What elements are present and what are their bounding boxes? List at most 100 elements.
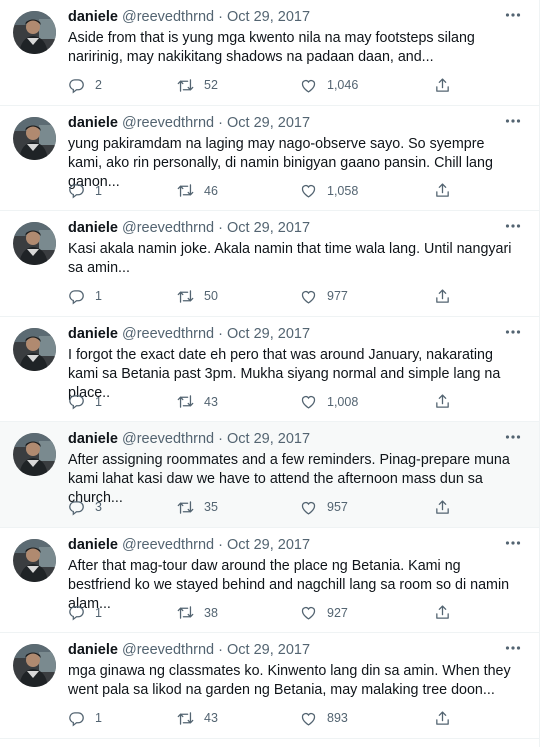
share-icon xyxy=(434,499,451,516)
author-name[interactable]: daniele xyxy=(68,431,118,447)
tweet-header: daniele @reevedthrnd · Oct 29, 2017 xyxy=(68,641,525,659)
retweet-button[interactable]: 52 xyxy=(177,74,218,96)
reply-button[interactable]: 1 xyxy=(68,180,102,202)
separator-dot: · xyxy=(218,536,223,553)
author-handle[interactable]: @reevedthrnd xyxy=(122,326,214,342)
retweet-count: 35 xyxy=(204,500,218,514)
like-button[interactable]: 1,046 xyxy=(300,74,358,96)
retweet-icon xyxy=(177,77,194,94)
avatar[interactable] xyxy=(13,538,56,582)
tweet-date[interactable]: Oct 29, 2017 xyxy=(227,326,310,342)
reply-count: 3 xyxy=(95,500,102,514)
retweet-icon xyxy=(177,710,194,727)
reply-button[interactable]: 1 xyxy=(68,285,102,307)
retweet-count: 50 xyxy=(204,289,218,303)
retweet-button[interactable]: 43 xyxy=(177,707,218,729)
author-name[interactable]: daniele xyxy=(68,115,118,131)
tweet[interactable]: daniele @reevedthrnd · Oct 29, 2017 Asid… xyxy=(0,0,539,106)
retweet-icon xyxy=(177,604,194,621)
like-button[interactable]: 927 xyxy=(300,602,348,624)
tweet-date[interactable]: Oct 29, 2017 xyxy=(227,9,310,25)
retweet-icon xyxy=(177,499,194,516)
author-name[interactable]: daniele xyxy=(68,537,118,553)
heart-icon xyxy=(300,77,317,94)
retweet-count: 52 xyxy=(204,78,218,92)
avatar[interactable] xyxy=(13,327,56,371)
author-name[interactable]: daniele xyxy=(68,642,118,658)
reply-count: 1 xyxy=(95,711,102,725)
tweet-header: daniele @reevedthrnd · Oct 29, 2017 xyxy=(68,114,525,132)
share-icon xyxy=(434,288,451,305)
author-handle[interactable]: @reevedthrnd xyxy=(122,220,214,236)
reply-button[interactable]: 1 xyxy=(68,602,102,624)
more-icon[interactable] xyxy=(503,6,523,24)
reply-icon xyxy=(68,288,85,305)
author-handle[interactable]: @reevedthrnd xyxy=(122,642,214,658)
share-button[interactable] xyxy=(434,285,451,307)
share-button[interactable] xyxy=(434,391,451,413)
tweet-text: mga ginawa ng classmates ko. Kinwento la… xyxy=(68,663,511,698)
reply-count: 2 xyxy=(95,78,102,92)
avatar[interactable] xyxy=(13,116,56,160)
share-button[interactable] xyxy=(434,496,451,518)
tweet[interactable]: daniele @reevedthrnd · Oct 29, 2017 yung… xyxy=(0,105,539,211)
author-handle[interactable]: @reevedthrnd xyxy=(122,115,214,131)
more-icon[interactable] xyxy=(503,323,523,341)
tweet-actions: 1 43 1,008 xyxy=(68,391,458,413)
tweet-date[interactable]: Oct 29, 2017 xyxy=(227,115,310,131)
tweet-header: daniele @reevedthrnd · Oct 29, 2017 xyxy=(68,325,525,343)
retweet-button[interactable]: 50 xyxy=(177,285,218,307)
tweet[interactable]: daniele @reevedthrnd · Oct 29, 2017 Afte… xyxy=(0,527,539,633)
tweet-date[interactable]: Oct 29, 2017 xyxy=(227,220,310,236)
reply-count: 1 xyxy=(95,394,102,409)
author-name[interactable]: daniele xyxy=(68,326,118,342)
more-icon[interactable] xyxy=(503,112,523,130)
share-button[interactable] xyxy=(434,74,451,96)
tweet[interactable]: daniele @reevedthrnd · Oct 29, 2017 Afte… xyxy=(0,422,539,528)
share-button[interactable] xyxy=(434,707,451,729)
tweet-date[interactable]: Oct 29, 2017 xyxy=(227,537,310,553)
like-button[interactable]: 893 xyxy=(300,707,348,729)
like-button[interactable]: 1,058 xyxy=(300,180,358,202)
retweet-button[interactable]: 35 xyxy=(177,496,218,518)
more-icon[interactable] xyxy=(503,217,523,235)
reply-button[interactable]: 1 xyxy=(68,707,102,729)
author-name[interactable]: daniele xyxy=(68,9,118,25)
reply-button[interactable]: 3 xyxy=(68,496,102,518)
tweet[interactable]: daniele @reevedthrnd · Oct 29, 2017 mga … xyxy=(0,633,539,739)
like-count: 1,008 xyxy=(327,394,359,409)
tweet[interactable]: daniele @reevedthrnd · Oct 29, 2017 Kasi… xyxy=(0,211,539,317)
like-button[interactable]: 977 xyxy=(300,285,348,307)
tweet-actions: 1 38 927 xyxy=(68,602,458,624)
tweet-actions: 1 43 893 xyxy=(68,707,458,729)
more-icon[interactable] xyxy=(503,534,523,552)
like-button[interactable]: 957 xyxy=(300,496,348,518)
tweet-actions: 1 46 1,058 xyxy=(68,180,458,202)
tweet-date[interactable]: Oct 29, 2017 xyxy=(227,431,310,447)
retweet-button[interactable]: 43 xyxy=(177,391,218,413)
like-button[interactable]: 1,008 xyxy=(300,391,358,413)
more-icon[interactable] xyxy=(503,639,523,657)
share-button[interactable] xyxy=(434,602,451,624)
author-name[interactable]: daniele xyxy=(68,220,118,236)
reply-button[interactable]: 2 xyxy=(68,74,102,96)
tweet-text: Kasi akala namin joke. Akala namin that … xyxy=(68,241,512,276)
author-handle[interactable]: @reevedthrnd xyxy=(122,9,214,25)
author-handle[interactable]: @reevedthrnd xyxy=(122,431,214,447)
tweet-date[interactable]: Oct 29, 2017 xyxy=(227,642,310,658)
tweet-header: daniele @reevedthrnd · Oct 29, 2017 xyxy=(68,430,525,448)
avatar[interactable] xyxy=(13,433,56,476)
tweet-actions: 1 50 977 xyxy=(68,285,458,307)
avatar[interactable] xyxy=(13,11,56,54)
tweet[interactable]: daniele @reevedthrnd · Oct 29, 2017 I fo… xyxy=(0,316,539,422)
avatar[interactable] xyxy=(13,644,56,687)
share-button[interactable] xyxy=(434,180,451,202)
separator-dot: · xyxy=(218,642,223,658)
retweet-button[interactable]: 46 xyxy=(177,180,218,202)
avatar[interactable] xyxy=(13,222,56,265)
retweet-button[interactable]: 38 xyxy=(177,602,218,624)
more-icon[interactable] xyxy=(503,428,523,446)
heart-icon xyxy=(300,710,317,727)
reply-button[interactable]: 1 xyxy=(68,391,102,413)
author-handle[interactable]: @reevedthrnd xyxy=(122,537,214,553)
